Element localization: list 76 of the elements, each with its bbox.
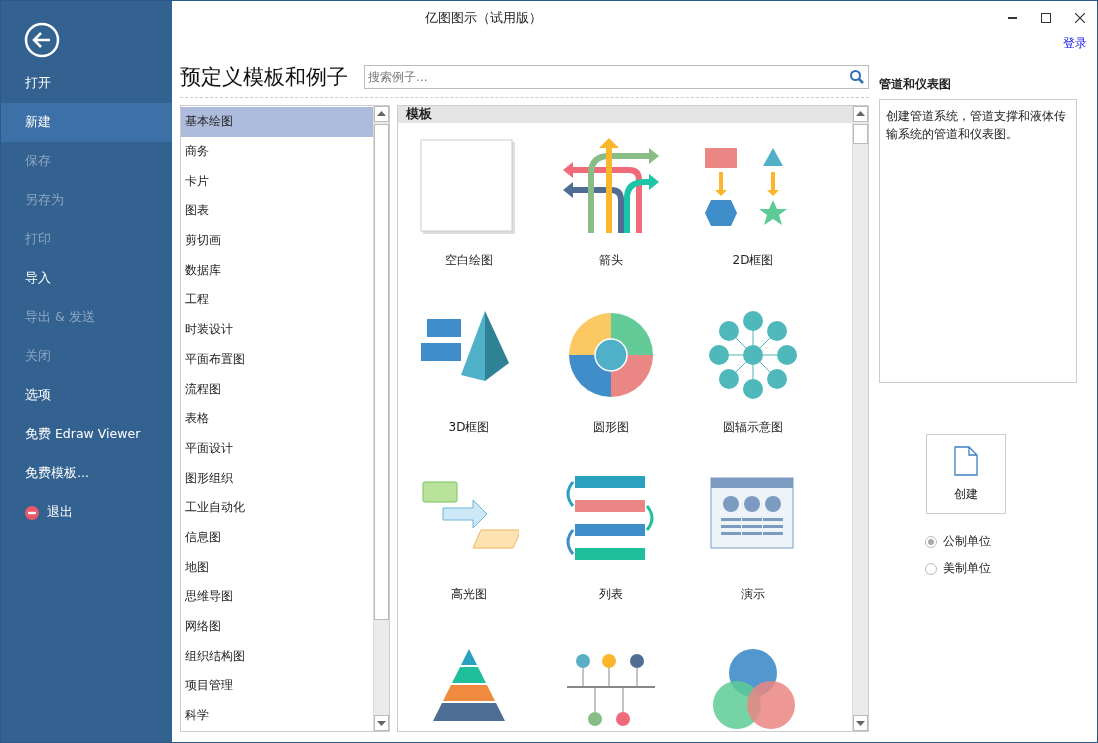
category-item[interactable]: 工程	[181, 285, 373, 315]
category-item[interactable]: 剪切画	[181, 225, 373, 256]
category-item[interactable]: 思维导图	[181, 582, 373, 612]
maximize-icon	[1041, 13, 1051, 23]
sidebar-item-label: 导入	[25, 270, 51, 287]
search-icon[interactable]	[850, 70, 864, 84]
close-icon	[1075, 13, 1085, 23]
page-heading: 预定义模板和例子	[180, 64, 348, 91]
sidebar-item[interactable]: 退出	[1, 493, 172, 532]
sidebar-item[interactable]: 打开	[1, 64, 172, 103]
sidebar-item-label: 保存	[25, 153, 51, 170]
details-title: 管道和仪表图	[879, 76, 952, 93]
minimize-icon	[1007, 17, 1017, 19]
sidebar-item-label: 关闭	[25, 348, 51, 365]
category-item[interactable]: 平面设计	[181, 433, 373, 464]
document-icon	[954, 445, 978, 476]
template-label: 空白绘图	[445, 252, 493, 269]
sidebar-item-label: 打开	[25, 75, 51, 92]
login-link[interactable]: 登录	[1063, 35, 1087, 57]
category-item[interactable]: 组织结构图	[181, 641, 373, 672]
sidebar-item-label: 选项	[25, 387, 51, 404]
category-item[interactable]: 流程图	[181, 374, 373, 404]
radio-label: 美制单位	[943, 560, 991, 577]
sidebar-item[interactable]: 导入	[1, 259, 172, 298]
back-button[interactable]	[24, 22, 60, 58]
search-field[interactable]: 搜索例子...	[364, 65, 869, 89]
sidebar-item[interactable]: 免费 Edraw Viewer	[1, 415, 172, 454]
category-item[interactable]: 表格	[181, 403, 373, 434]
template-label: 列表	[599, 586, 623, 603]
category-item[interactable]: 地图	[181, 552, 373, 582]
sidebar-item[interactable]: 选项	[1, 376, 172, 415]
sidebar-item-label: 退出	[47, 504, 73, 521]
scroll-bar[interactable]	[852, 106, 868, 731]
scroll-thumb[interactable]	[853, 124, 868, 144]
unit-radio[interactable]: 美制单位	[925, 555, 1077, 582]
template-label: 圆辐示意图	[723, 419, 783, 436]
sidebar-item[interactable]: 免费模板...	[1, 454, 172, 493]
window-title: 亿图图示（试用版）	[424, 9, 543, 27]
scroll-down-icon[interactable]	[374, 715, 389, 731]
scroll-thumb[interactable]	[374, 124, 389, 620]
scroll-down-icon[interactable]	[853, 715, 868, 731]
scroll-up-icon[interactable]	[374, 106, 389, 122]
category-item[interactable]: 数据库	[181, 255, 373, 286]
sidebar-item-label: 新建	[25, 114, 51, 131]
template-label: 箭头	[599, 252, 623, 269]
sidebar-item-label: 导出 & 发送	[25, 309, 95, 326]
category-item[interactable]: 信息图	[181, 522, 373, 553]
template-label: 高光图	[451, 586, 487, 603]
category-item[interactable]: 项目管理	[181, 671, 373, 701]
category-item[interactable]: 商务	[181, 136, 373, 167]
sidebar-item-label: 打印	[25, 231, 51, 248]
sidebar-item[interactable]: 新建	[1, 103, 172, 142]
radio-label: 公制单位	[943, 533, 991, 550]
category-item[interactable]: 网络图	[181, 611, 373, 642]
template-label: 3D框图	[448, 419, 490, 436]
template-label: 演示	[741, 586, 765, 603]
category-item[interactable]: 工业自动化	[181, 492, 373, 523]
create-button[interactable]: 创建	[926, 434, 1006, 514]
category-item[interactable]: 基本绘图	[181, 107, 373, 137]
sidebar-item-label: 免费模板...	[25, 465, 89, 482]
template-label: 2D框图	[732, 252, 774, 269]
category-item[interactable]: 图形组织	[181, 463, 373, 493]
section-header: 模板	[398, 106, 852, 123]
exit-icon	[25, 505, 39, 520]
category-item[interactable]: 科学	[181, 700, 373, 731]
description-text: 创建管道系统，管道支撑和液体传输系统的管道和仪表图。	[879, 99, 1077, 383]
template-label: 圆形图	[593, 419, 629, 436]
category-item[interactable]: 时装设计	[181, 314, 373, 345]
scroll-bar[interactable]	[373, 106, 389, 731]
category-item[interactable]: 平面布置图	[181, 344, 373, 375]
sidebar-item-label: 另存为	[25, 192, 64, 209]
category-item[interactable]: 卡片	[181, 166, 373, 197]
category-item[interactable]: 图表	[181, 196, 373, 226]
sidebar-item-label: 免费 Edraw Viewer	[25, 426, 141, 443]
scroll-up-icon[interactable]	[853, 106, 868, 122]
unit-radio[interactable]: 公制单位	[925, 528, 1077, 555]
